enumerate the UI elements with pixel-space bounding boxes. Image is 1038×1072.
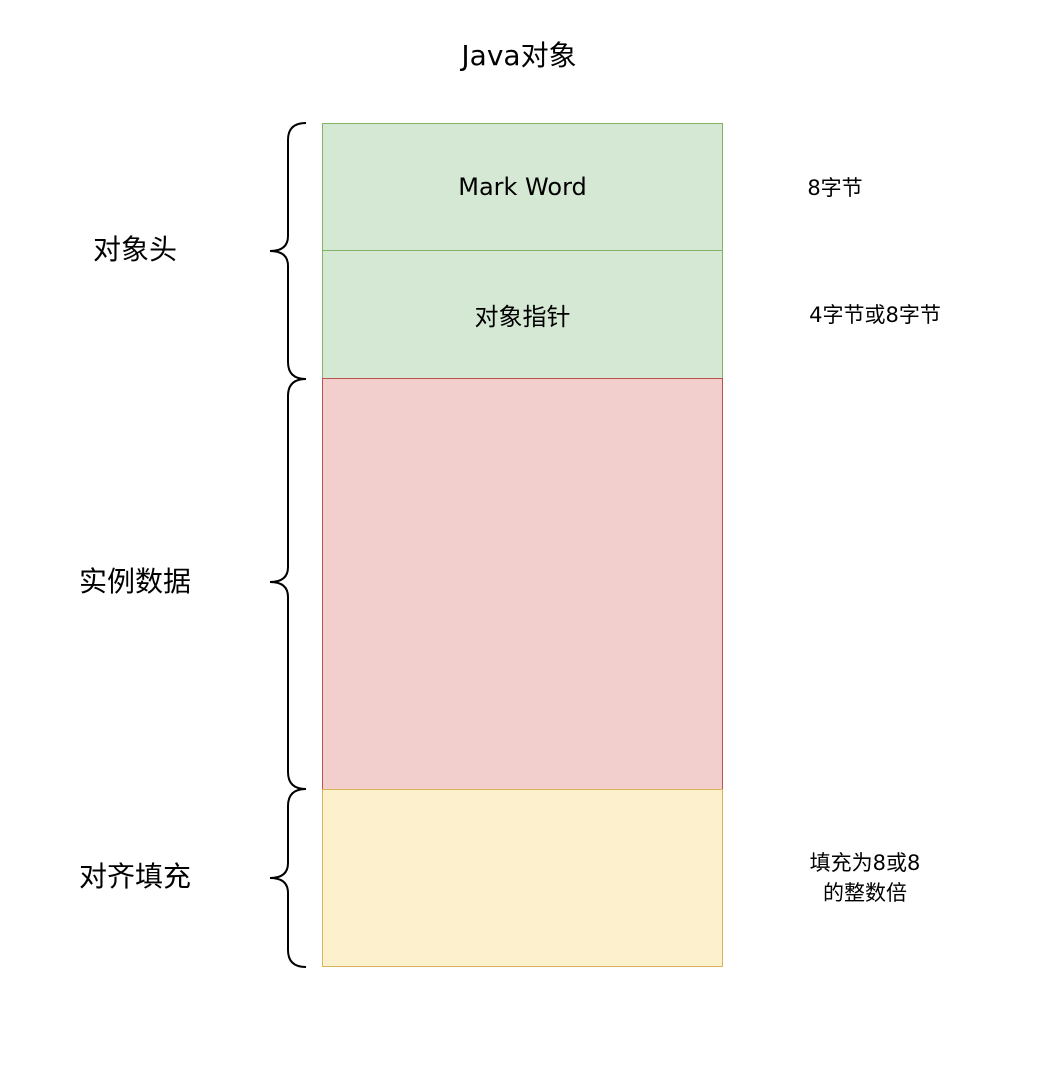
padding-note-line1: 填充为8或8: [809, 851, 921, 875]
instance-data-box: [322, 378, 723, 790]
instance-data-label: 实例数据: [78, 565, 191, 598]
padding-box: [322, 789, 723, 967]
padding-brace: [269, 788, 307, 968]
alignment-padding-label: 对齐填充: [78, 860, 191, 893]
object-pointer-box: 对象指针: [322, 250, 723, 379]
padding-note: 填充为8或8 的整数倍: [790, 848, 940, 908]
mark-word-box: Mark Word: [322, 123, 723, 251]
pointer-size-note: 4字节或8字节: [809, 303, 941, 327]
object-header-label: 对象头: [92, 233, 177, 266]
mark-word-label: Mark Word: [458, 173, 587, 201]
header-brace: [269, 122, 307, 380]
object-pointer-label: 对象指针: [474, 303, 571, 331]
instance-brace: [269, 378, 307, 790]
mark-word-size-note: 8字节: [807, 176, 863, 200]
padding-note-line2: 的整数倍: [823, 881, 907, 905]
